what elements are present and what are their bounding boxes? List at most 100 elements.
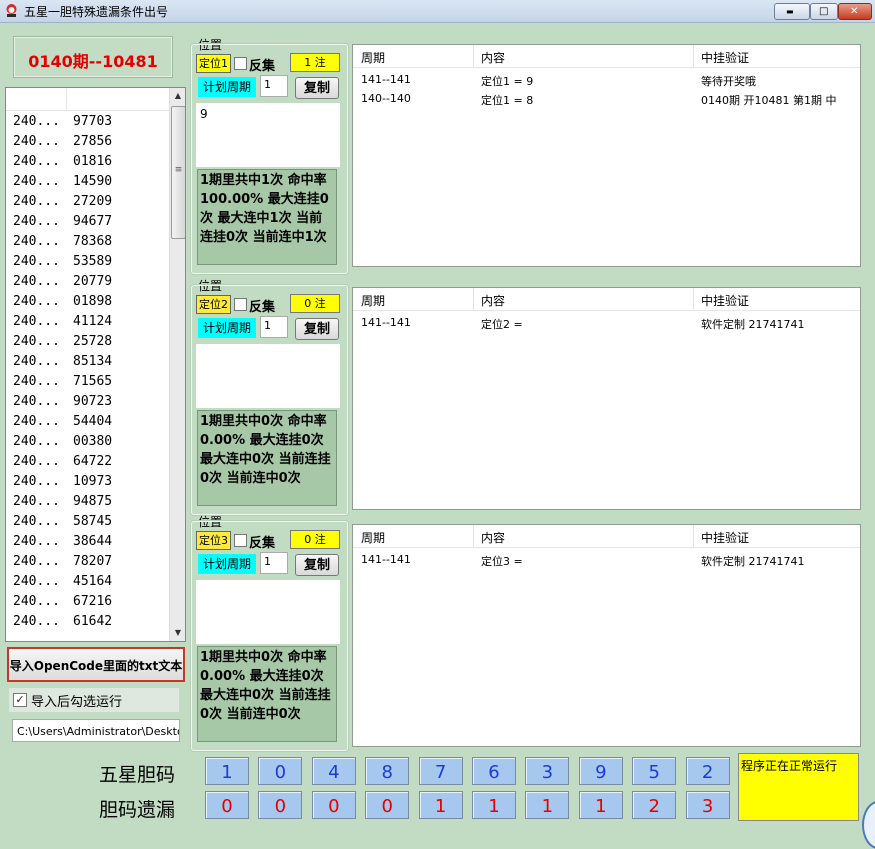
history-period: 240... (13, 154, 60, 169)
column-header[interactable]: 中挂验证 (701, 292, 749, 309)
plan-period-input[interactable]: 1 (260, 75, 288, 97)
history-code: 38644 (73, 534, 113, 549)
history-row[interactable]: 240... 64722 (6, 452, 170, 472)
history-row[interactable]: 240... 38644 (6, 532, 170, 552)
column-header[interactable]: 中挂验证 (701, 49, 749, 66)
history-period: 240... (13, 534, 60, 549)
auto-run-checkbox[interactable]: ✓ (13, 693, 27, 707)
plan-period-label: 计划周期 (198, 77, 256, 97)
history-scrollbar[interactable]: ▲ ≡ ▼ (169, 88, 185, 641)
column-header[interactable]: 周期 (361, 292, 385, 309)
history-row[interactable]: 240... 20779 (6, 272, 170, 292)
history-row[interactable]: 240... 00380 (6, 432, 170, 452)
scroll-up-icon[interactable]: ▲ (170, 88, 185, 104)
history-row[interactable]: 240... 61642 (6, 612, 170, 632)
history-period: 240... (13, 414, 60, 429)
result-content: 定位3 = (481, 555, 523, 568)
history-row[interactable]: 240... 67216 (6, 592, 170, 612)
position-input-area[interactable] (196, 344, 340, 408)
history-row[interactable]: 240... 14590 (6, 172, 170, 192)
history-period: 240... (13, 274, 60, 289)
position-select[interactable]: 定位1 (196, 54, 231, 73)
history-row[interactable]: 240... 01898 (6, 292, 170, 312)
history-period: 240... (13, 294, 60, 309)
window-title: 五星一胆特殊遗漏条件出号 (24, 5, 169, 19)
dan-code-box: 6 (472, 757, 516, 785)
history-row[interactable]: 240... 97703 (6, 112, 170, 132)
column-divider[interactable] (473, 525, 474, 547)
history-row[interactable]: 240... 78207 (6, 552, 170, 572)
history-code: 64722 (73, 454, 113, 469)
column-header[interactable]: 周期 (361, 529, 385, 546)
history-row[interactable]: 240... 27856 (6, 132, 170, 152)
history-row[interactable]: 240... 01816 (6, 152, 170, 172)
history-period: 240... (13, 434, 60, 449)
column-divider[interactable] (66, 88, 67, 110)
history-row[interactable]: 240... 27209 (6, 192, 170, 212)
history-list[interactable]: 240... 97703 240... 27856 240... 01816 240... 1… (5, 87, 186, 642)
reverse-checkbox[interactable] (234, 57, 247, 70)
position-select[interactable]: 定位2 (196, 295, 231, 314)
column-header[interactable]: 周期 (361, 49, 385, 66)
column-header[interactable]: 内容 (481, 529, 505, 546)
dan-code-box: 0 (258, 757, 303, 785)
position-input-area[interactable]: 9 (196, 103, 340, 167)
copy-button[interactable]: 复制 (295, 77, 339, 99)
position-input-area[interactable] (196, 580, 340, 644)
import-txt-button[interactable]: 导入OpenCode里面的txt文本 (7, 647, 185, 682)
copy-button[interactable]: 复制 (295, 554, 339, 576)
position-select[interactable]: 定位3 (196, 531, 231, 550)
history-row[interactable]: 240... 25728 (6, 332, 170, 352)
column-divider[interactable] (693, 288, 694, 310)
history-period: 240... (13, 134, 60, 149)
column-divider[interactable] (693, 525, 694, 547)
history-period: 240... (13, 254, 60, 269)
column-divider[interactable] (693, 45, 694, 67)
reverse-checkbox[interactable] (234, 534, 247, 547)
result-table-1[interactable]: 周期 内容 中挂验证 141--141 定位1 = 9 等待开奖哦 140--140 定位1 … (352, 44, 861, 267)
close-button[interactable]: ✕ (838, 3, 872, 20)
result-row[interactable]: 140--140 定位1 = 8 0140期 开10481 第1期 中 (353, 90, 860, 109)
history-row[interactable]: 240... 71565 (6, 372, 170, 392)
result-content: 定位1 = 8 (481, 94, 534, 107)
history-row[interactable]: 240... 90723 (6, 392, 170, 412)
column-header[interactable]: 中挂验证 (701, 529, 749, 546)
column-divider[interactable] (473, 45, 474, 67)
history-period: 240... (13, 454, 60, 469)
file-path-field[interactable]: C:\Users\Administrator\Deskto (12, 719, 180, 742)
history-row[interactable]: 240... 41124 (6, 312, 170, 332)
history-row[interactable]: 240... 53589 (6, 252, 170, 272)
dan-miss-label: 胆码遗漏 (99, 799, 176, 821)
history-code: 71565 (73, 374, 113, 389)
scroll-down-icon[interactable]: ▼ (170, 625, 185, 641)
history-row[interactable]: 240... 85134 (6, 352, 170, 372)
history-code: 61642 (73, 614, 113, 629)
history-row[interactable]: 240... 45164 (6, 572, 170, 592)
result-table-3[interactable]: 周期 内容 中挂验证 141--141 定位3 = 软件定制 21741741 (352, 524, 861, 747)
result-row[interactable]: 141--141 定位2 = 软件定制 21741741 (353, 314, 860, 333)
result-row[interactable]: 141--141 定位1 = 9 等待开奖哦 (353, 71, 860, 90)
minimize-button[interactable]: ▬ (774, 3, 810, 20)
auto-run-row[interactable]: ✓ 导入后勾选运行 (9, 688, 179, 712)
stats-summary: 1期里共中1次 命中率100.00% 最大连挂0次 最大连中1次 当前连挂0次 … (197, 169, 337, 265)
history-row[interactable]: 240... 94677 (6, 212, 170, 232)
plan-period-input[interactable]: 1 (260, 316, 288, 338)
history-code: 27209 (73, 194, 113, 209)
copy-button[interactable]: 复制 (295, 318, 339, 340)
maximize-button[interactable]: □ (810, 3, 838, 20)
result-row[interactable]: 141--141 定位3 = 软件定制 21741741 (353, 551, 860, 570)
history-row[interactable]: 240... 10973 (6, 472, 170, 492)
reverse-label: 反集 (249, 300, 276, 315)
scroll-thumb[interactable]: ≡ (171, 106, 185, 239)
reverse-checkbox[interactable] (234, 298, 247, 311)
column-header[interactable]: 内容 (481, 49, 505, 66)
history-period: 240... (13, 594, 60, 609)
history-row[interactable]: 240... 78368 (6, 232, 170, 252)
result-table-2[interactable]: 周期 内容 中挂验证 141--141 定位2 = 软件定制 21741741 (352, 287, 861, 510)
history-row[interactable]: 240... 94875 (6, 492, 170, 512)
history-row[interactable]: 240... 54404 (6, 412, 170, 432)
plan-period-input[interactable]: 1 (260, 552, 288, 574)
history-row[interactable]: 240... 58745 (6, 512, 170, 532)
column-divider[interactable] (473, 288, 474, 310)
column-header[interactable]: 内容 (481, 292, 505, 309)
